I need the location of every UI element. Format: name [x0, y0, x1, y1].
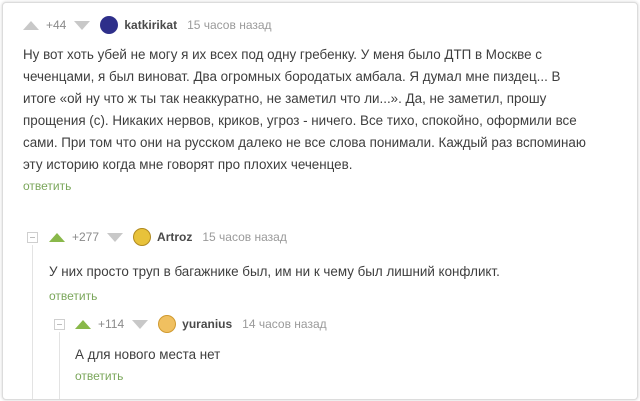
downvote-icon[interactable]: [107, 232, 124, 242]
comment-rating: +44: [46, 18, 67, 32]
comment-header: +114 yuranius 14 часов назад: [75, 313, 595, 335]
upvote-icon[interactable]: [23, 20, 39, 30]
reply-link[interactable]: ответить: [23, 179, 71, 193]
avatar[interactable]: [158, 315, 177, 333]
comment: +114 yuranius 14 часов назад А для новог…: [75, 313, 595, 385]
comment-rating: +277: [72, 230, 100, 244]
comment-header: +277 Artroz 15 часов назад: [49, 226, 609, 248]
comment-header: +44 katkirikat 15 часов назад: [23, 14, 615, 36]
thread-branch-line: [32, 245, 33, 399]
thread-branch-line: [59, 332, 60, 399]
reply-link[interactable]: ответить: [75, 369, 123, 383]
avatar[interactable]: [100, 16, 119, 34]
comment-author[interactable]: yuranius: [182, 317, 232, 331]
comment-rating: +114: [98, 317, 125, 331]
collapse-toggle-icon[interactable]: [54, 319, 65, 330]
comment-author[interactable]: Artroz: [157, 230, 192, 244]
comment-text: А для нового места нет: [75, 347, 221, 362]
comment-time: 15 часов назад: [187, 18, 272, 32]
comment-text: Ну вот хоть убей не могу я их всех под о…: [23, 47, 586, 172]
upvote-icon[interactable]: [49, 232, 65, 242]
collapse-toggle-icon[interactable]: [27, 232, 38, 243]
upvote-icon[interactable]: [75, 319, 91, 329]
comment-time: 14 часов назад: [242, 317, 327, 331]
reply-link[interactable]: ответить: [49, 289, 97, 303]
comments-thread: +44 katkirikat 15 часов назад Ну вот хот…: [2, 2, 638, 400]
downvote-icon[interactable]: [132, 319, 149, 329]
comment: +44 katkirikat 15 часов назад Ну вот хот…: [23, 14, 615, 195]
comment-text: У них просто труп в багажнике был, им ни…: [49, 264, 500, 279]
comment: +277 Artroz 15 часов назад У них просто …: [49, 226, 609, 305]
avatar[interactable]: [133, 228, 152, 246]
comment-author[interactable]: katkirikat: [124, 18, 177, 32]
comment-time: 15 часов назад: [202, 230, 287, 244]
downvote-icon[interactable]: [74, 20, 91, 30]
